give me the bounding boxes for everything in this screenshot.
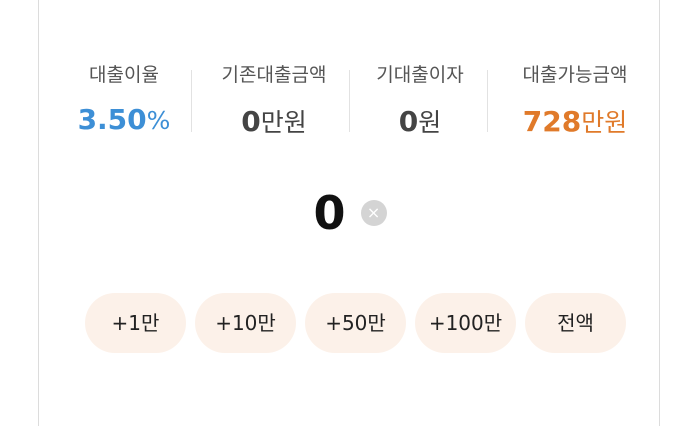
loan-card: ··· ···· · 대출이율 3.50% 기존대출금액 0만원 기대출이자 0… bbox=[38, 0, 660, 426]
stat-unit: 만원 bbox=[260, 108, 307, 137]
stat-number: 0 bbox=[241, 105, 261, 138]
amount-input-row: 0 × bbox=[39, 186, 661, 246]
chip-add-1man[interactable]: +1만 bbox=[85, 293, 186, 353]
stat-number: 728 bbox=[522, 105, 582, 138]
stat-unit: 만원 bbox=[581, 108, 628, 137]
divider bbox=[191, 70, 192, 132]
chip-add-50man[interactable]: +50만 bbox=[305, 293, 406, 353]
divider bbox=[349, 70, 350, 132]
stat-existing-loan: 기존대출금액 0만원 bbox=[199, 60, 349, 140]
stat-number: 3.50 bbox=[77, 103, 147, 136]
stat-label: 기존대출금액 bbox=[221, 64, 327, 86]
stat-available-amount: 대출가능금액 728만원 bbox=[495, 60, 655, 140]
loan-info-row: 대출이율 3.50% 기존대출금액 0만원 기대출이자 0원 대출가능금액 72… bbox=[39, 60, 661, 150]
stat-unit: % bbox=[146, 106, 171, 135]
clear-icon[interactable]: × bbox=[360, 200, 387, 226]
chip-add-100man[interactable]: +100만 bbox=[415, 293, 516, 353]
stat-value: 3.50% bbox=[59, 103, 189, 136]
stat-number: 0 bbox=[398, 105, 419, 138]
stat-existing-interest: 기대출이자 0원 bbox=[355, 60, 485, 140]
stat-unit: 원 bbox=[418, 108, 442, 137]
divider bbox=[487, 70, 488, 132]
stat-value: 0원 bbox=[355, 103, 485, 139]
chip-add-10man[interactable]: +10만 bbox=[195, 293, 296, 353]
stat-interest-rate: 대출이율 3.50% bbox=[59, 60, 189, 140]
stat-label: 대출가능금액 bbox=[522, 64, 628, 86]
stat-label: 대출이율 bbox=[89, 64, 159, 86]
stat-label: 기대출이자 bbox=[376, 64, 464, 86]
amount-value[interactable]: 0 bbox=[313, 186, 345, 240]
stat-value: 0만원 bbox=[199, 103, 349, 139]
chip-full-amount[interactable]: 전액 bbox=[525, 293, 626, 353]
stat-value: 728만원 bbox=[495, 103, 655, 139]
